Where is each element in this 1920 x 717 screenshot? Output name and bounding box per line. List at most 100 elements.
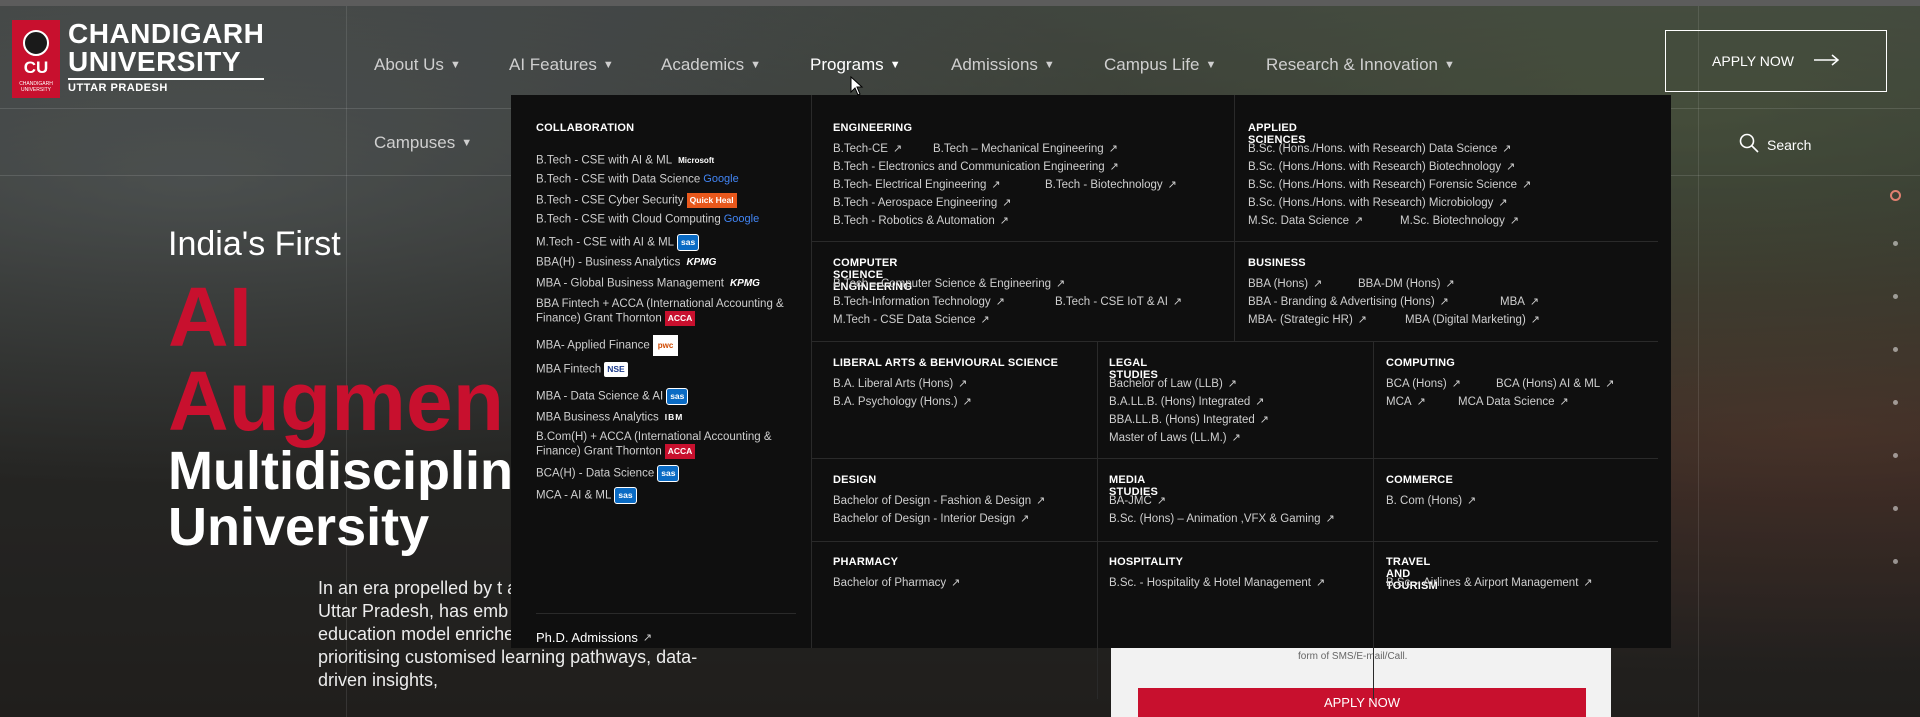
menu-item[interactable]: MBA ↗: [1500, 295, 1539, 309]
chevron-down-icon: ▼: [1205, 59, 1217, 71]
slide-dot[interactable]: [1893, 453, 1898, 458]
menu-item[interactable]: B.Sc. (Hons./Hons. with Research) Microb…: [1248, 196, 1508, 210]
form-apply-button[interactable]: APPLY NOW: [1138, 688, 1586, 717]
slide-indicator[interactable]: [1890, 190, 1901, 612]
search-button[interactable]: Search: [1739, 133, 1811, 156]
slide-dot[interactable]: [1893, 241, 1898, 246]
sas-logo: sas: [666, 388, 689, 405]
menu-item[interactable]: B.Tech - Electronics and Communication E…: [833, 160, 1119, 174]
menu-item[interactable]: B.Tech-CE ↗: [833, 142, 902, 156]
menu-item[interactable]: B.Tech - CSE with Cloud Computing Google: [536, 213, 806, 227]
menu-item[interactable]: MBA - Global Business Management KPMG: [536, 276, 806, 291]
arrow-up-right-icon: ↗: [1156, 495, 1167, 507]
nav-admissions[interactable]: Admissions ▼: [951, 55, 1055, 75]
arrow-up-right-icon: ↗: [1353, 215, 1364, 227]
menu-item[interactable]: M.Sc. Biotechnology ↗: [1400, 214, 1519, 228]
menu-item[interactable]: MCA - AI & ML sas: [536, 487, 806, 504]
menu-item[interactable]: MCA ↗: [1386, 395, 1426, 409]
arrow-up-right-icon: ↗: [962, 396, 972, 408]
logo-badge: CU CHANDIGARH UNIVERSITY: [12, 20, 60, 98]
menu-item[interactable]: M.Sc. Data Science ↗: [1248, 214, 1364, 228]
menu-item[interactable]: B.Tech - Robotics & Automation ↗: [833, 214, 1009, 228]
menu-item[interactable]: BBA.LL.B. (Hons) Integrated ↗: [1109, 413, 1269, 427]
menu-item[interactable]: B.Tech - Aerospace Engineering ↗: [833, 196, 1012, 210]
item-label: BBA.LL.B. (Hons) Integrated: [1109, 413, 1255, 426]
menu-item[interactable]: B.Tech - Biotechnology ↗: [1045, 178, 1177, 192]
menu-item[interactable]: MBA Business Analytics IBM: [536, 410, 806, 425]
arrow-up-right-icon: ↗: [1502, 143, 1512, 155]
menu-item[interactable]: B. Com (Hons) ↗: [1386, 494, 1476, 508]
menu-item[interactable]: MBA (Digital Marketing) ↗: [1405, 313, 1540, 327]
menu-item[interactable]: BCA (Hons) ↗: [1386, 377, 1461, 391]
menu-item[interactable]: Bachelor of Design - Interior Design ↗: [833, 512, 1029, 526]
nav-academics[interactable]: Academics ▼: [661, 55, 761, 75]
menu-item[interactable]: MBA Fintech NSE: [536, 362, 806, 377]
nav-campuses[interactable]: Campuses ▼: [374, 133, 472, 153]
slide-dot[interactable]: [1893, 400, 1898, 405]
menu-item[interactable]: B.Tech - CSE with Data Science Google: [536, 173, 806, 187]
apply-now-button[interactable]: APPLY NOW: [1665, 30, 1887, 92]
acca-logo: ACCA: [664, 311, 696, 326]
menu-item[interactable]: B.Tech - CSE Cyber Security Quick Heal: [536, 193, 806, 208]
slide-dot[interactable]: [1893, 294, 1898, 299]
menu-item[interactable]: B.A. Psychology (Hons.) ↗: [833, 395, 972, 409]
divider: [1373, 341, 1374, 699]
form-note: form of SMS/E-mail/Call.: [1298, 651, 1408, 662]
menu-item[interactable]: Master of Laws (LL.M.) ↗: [1109, 431, 1241, 445]
menu-item[interactable]: B.Tech - CSE with AI & ML Microsoft: [536, 153, 806, 168]
chevron-down-icon: ▼: [602, 59, 614, 71]
menu-item[interactable]: B.Tech- Electrical Engineering ↗: [833, 178, 1001, 192]
item-label: B.Tech - CSE with AI & ML: [536, 154, 673, 167]
slide-dot[interactable]: [1893, 559, 1898, 564]
menu-item[interactable]: B.Sc. (Hons./Hons. with Research) Data S…: [1248, 142, 1512, 156]
nav-research-innovation[interactable]: Research & Innovation ▼: [1266, 55, 1455, 75]
menu-item[interactable]: B.Tech – Mechanical Engineering ↗: [933, 142, 1118, 156]
slide-dot[interactable]: [1893, 347, 1898, 352]
menu-item[interactable]: B.Sc. - Airlines & Airport Management ↗: [1386, 576, 1593, 590]
menu-item[interactable]: M.Tech - CSE Data Science ↗: [833, 313, 990, 327]
slide-dot[interactable]: [1893, 506, 1898, 511]
menu-item[interactable]: M.Tech - CSE with AI & ML sas: [536, 234, 806, 251]
menu-item[interactable]: Bachelor of Pharmacy ↗: [833, 576, 960, 590]
menu-item[interactable]: BBA (Hons) ↗: [1248, 277, 1322, 291]
menu-item[interactable]: B.A. Liberal Arts (Hons) ↗: [833, 377, 967, 391]
menu-item[interactable]: BCA (Hons) AI & ML ↗: [1496, 377, 1614, 391]
item-label: B.Tech - Electronics and Communication E…: [833, 160, 1105, 173]
menu-item[interactable]: B.Tech-Information Technology ↗: [833, 295, 1005, 309]
menu-item[interactable]: BBA Fintech + ACCA (International Accoun…: [536, 298, 806, 326]
menu-item[interactable]: Bachelor of Design - Fashion & Design ↗: [833, 494, 1045, 508]
slide-dot-active[interactable]: [1890, 190, 1901, 201]
item-label: B.Tech - CSE with Cloud Computing: [536, 213, 721, 226]
menu-item[interactable]: MBA- Applied Finance pwc: [536, 335, 806, 356]
nav-programs[interactable]: Programs ▼: [810, 55, 901, 75]
nav-about-us[interactable]: About Us ▼: [374, 55, 461, 75]
menu-item[interactable]: MBA - Data Science & AI sas: [536, 388, 806, 405]
phd-admissions-link[interactable]: Ph.D. Admissions ↗: [536, 630, 652, 645]
menu-item[interactable]: B.Com(H) + ACCA (International Accountin…: [536, 431, 806, 459]
menu-item[interactable]: B.Sc. (Hons./Hons. with Research) Biotec…: [1248, 160, 1515, 174]
menu-item[interactable]: BBA - Branding & Advertising (Hons) ↗: [1248, 295, 1449, 309]
nav-ai-features[interactable]: AI Features ▼: [509, 55, 614, 75]
menu-item[interactable]: Bachelor of Law (LLB) ↗: [1109, 377, 1237, 391]
menu-item[interactable]: B.Tech – Computer Science & Engineering ↗: [833, 277, 1065, 291]
item-label: MBA- (Strategic HR): [1248, 313, 1353, 326]
hero-line-1: India's First: [168, 225, 341, 263]
menu-item[interactable]: B.Tech - CSE IoT & AI ↗: [1055, 295, 1182, 309]
nav-label: Research & Innovation: [1266, 55, 1438, 74]
university-logo[interactable]: CU CHANDIGARH UNIVERSITY CHANDIGARH UNIV…: [12, 20, 265, 98]
nav-campus-life[interactable]: Campus Life ▼: [1104, 55, 1216, 75]
menu-item[interactable]: B.Sc. (Hons./Hons. with Research) Forens…: [1248, 178, 1531, 192]
item-label: M.Sc. Data Science: [1248, 214, 1349, 227]
menu-item[interactable]: MBA- (Strategic HR) ↗: [1248, 313, 1367, 327]
menu-item[interactable]: B.Sc. - Hospitality & Hotel Management ↗: [1109, 576, 1325, 590]
menu-item[interactable]: BA-JMC ↗: [1109, 494, 1167, 508]
item-label: B.Sc. (Hons) – Animation ,VFX & Gaming: [1109, 512, 1321, 525]
menu-item[interactable]: BBA-DM (Hons) ↗: [1358, 277, 1455, 291]
item-label: B.Sc. (Hons./Hons. with Research) Biotec…: [1248, 160, 1502, 173]
item-label: BA-JMC: [1109, 494, 1152, 507]
menu-item[interactable]: MCA Data Science ↗: [1458, 395, 1569, 409]
menu-item[interactable]: BBA(H) - Business Analytics KPMG: [536, 255, 806, 270]
menu-item[interactable]: B.Sc. (Hons) – Animation ,VFX & Gaming ↗: [1109, 512, 1335, 526]
menu-item[interactable]: B.A.LL.B. (Hons) Integrated ↗: [1109, 395, 1265, 409]
menu-item[interactable]: BCA(H) - Data Science sas: [536, 465, 806, 482]
